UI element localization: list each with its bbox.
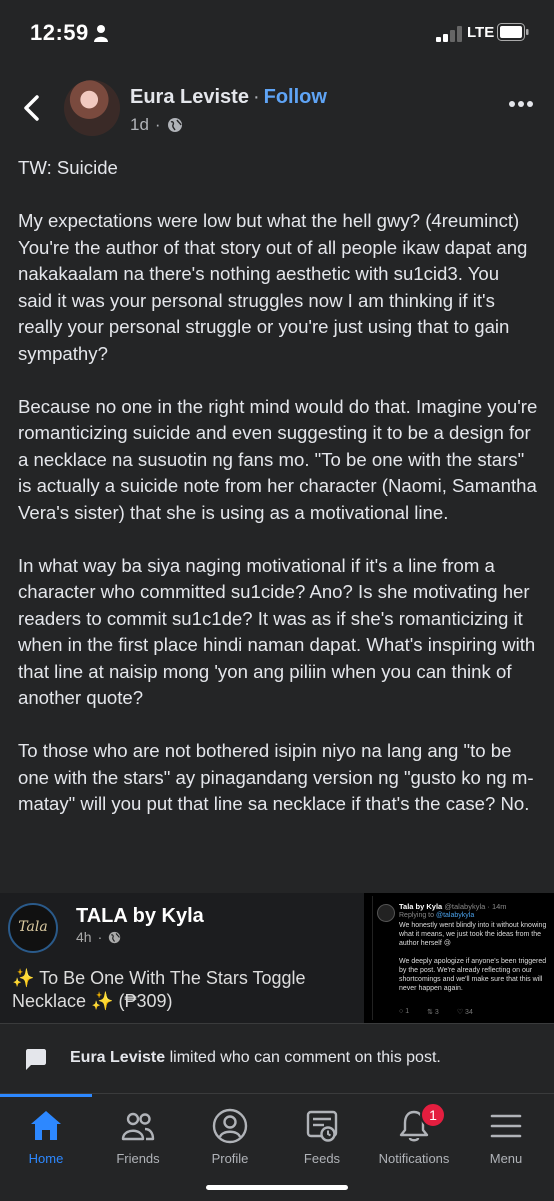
tala-time: 4h [76,929,92,945]
nav-label-menu: Menu [489,1151,523,1166]
tweet-actions: ○ 1 ⇅ 3 ♡ 34 [399,1008,473,1016]
post-paragraph: Because no one in the right mind would d… [18,395,543,523]
nav-label-feeds: Feeds [303,1151,341,1166]
nav-feeds[interactable]: Feeds [276,1094,368,1174]
status-bar: 12:59 LTE [0,0,554,62]
post-image[interactable]: Tala TALA by Kyla 4h · ✨ To Be One With … [0,893,554,1023]
tala-logo-text: Tala [18,919,48,935]
home-icon [31,1111,61,1140]
tweet-handle: @talabykyla · 14m [444,902,507,911]
screenshot-tweet: Tala by Kyla @talabykyla · 14m Replying … [372,896,554,1020]
nav-notifications[interactable]: 1 Notifications [368,1094,460,1174]
tweet-avatar [377,904,395,922]
nav-home[interactable]: Home [0,1094,92,1174]
nav-menu[interactable]: Menu [460,1094,552,1174]
post-meta: 1d · [130,115,183,135]
home-indicator [206,1185,348,1190]
network-type: LTE [467,24,495,41]
avatar[interactable] [64,80,120,136]
tweet-replying-prefix: Replying to [399,912,435,919]
tala-meta: 4h · [76,929,121,945]
post-time: 1d [130,115,149,134]
author-line: Eura Leviste · Follow [130,86,327,109]
nav-label-notifications: Notifications [378,1151,450,1166]
tala-page-name: TALA by Kyla [76,905,204,927]
tweet-paragraph: We deeply apologize if anyone's been tri… [399,958,547,992]
tweet-like-count: ♡ 34 [456,1009,473,1016]
nav-label-friends: Friends [116,1151,160,1166]
follow-button[interactable]: Follow [264,86,327,108]
notice-text: Eura Leviste limited who can comment on … [70,1049,441,1067]
tweet-replying-handle: @talabykyla [435,912,475,919]
nav-label-home: Home [28,1151,64,1166]
battery-icon [497,23,529,41]
post-header: Eura Leviste · Follow 1d · [0,70,554,150]
notification-badge: 1 [420,1102,446,1128]
tweet-name: Tala by Kyla [399,902,443,911]
menu-icon [490,1114,522,1138]
post-paragraph: To those who are not bothered isipin niy… [18,740,534,814]
comment-restriction-notice: Eura Leviste limited who can comment on … [0,1023,554,1094]
globe-icon [167,118,182,132]
author-name[interactable]: Eura Leviste [130,86,249,108]
meta-separator: · [154,115,161,134]
separator: · [252,86,260,108]
tweet-reply-count: ○ 1 [399,1008,410,1015]
tweet-replying: Replying to @talabykyla [399,912,474,919]
status-time: 12:59 [30,20,89,45]
back-arrow-icon[interactable] [20,94,44,122]
tala-caption: ✨ To Be One With The Stars Toggle Neckla… [12,968,306,1011]
tweet-retweet-count: ⇅ 3 [427,1009,439,1016]
nav-friends[interactable]: Friends [92,1094,184,1174]
post-paragraph: My expectations were low but what the he… [18,210,533,364]
globe-icon [109,931,121,943]
post-body: TW: Suicide My expectations were low but… [18,155,538,844]
profile-icon [212,1108,248,1144]
tala-logo: Tala [8,903,58,953]
feeds-icon [306,1110,338,1142]
chat-bubble-icon [26,1049,46,1070]
notice-author: Eura Leviste [70,1049,166,1066]
tala-separator: · [97,929,103,945]
signal-icon [436,26,462,42]
more-options-icon[interactable] [508,100,534,108]
post-paragraph: In what way ba siya naging motivational … [18,554,541,709]
friends-icon [121,1112,155,1141]
person-icon [94,25,108,42]
tweet-body: We honestly went blindly into it without… [399,921,553,1002]
tweet-paragraph: We honestly went blindly into it without… [399,922,547,947]
notice-message: limited who can comment on this post. [165,1049,441,1066]
tweet-head: Tala by Kyla @talabykyla · 14m [399,902,507,911]
screenshot-fb-post: Tala TALA by Kyla 4h · ✨ To Be One With … [0,893,364,1023]
nav-profile[interactable]: Profile [184,1094,276,1174]
post-paragraph: TW: Suicide [18,157,118,178]
nav-label-profile: Profile [211,1151,249,1166]
